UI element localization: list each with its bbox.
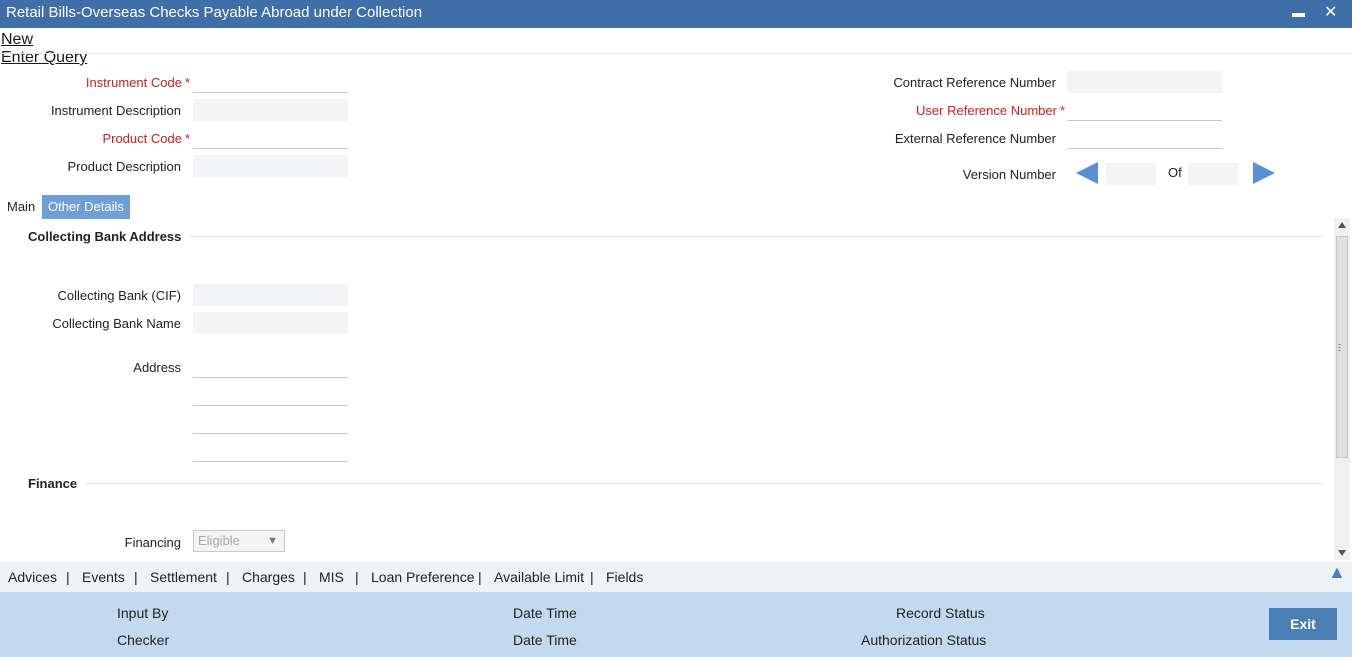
scroll-up-icon[interactable] bbox=[1338, 222, 1346, 228]
checker-date-time-label: Date Time bbox=[513, 632, 577, 648]
product-code-label: Product Code * bbox=[102, 131, 190, 146]
exit-button[interactable]: Exit bbox=[1269, 608, 1337, 640]
close-icon[interactable]: ✕ bbox=[1324, 0, 1337, 26]
instrument-code-label: Instrument Code * bbox=[85, 75, 190, 90]
collecting-bank-name-field bbox=[193, 312, 348, 334]
minimize-icon[interactable]: ▬ bbox=[1292, 0, 1305, 26]
section-divider bbox=[86, 483, 1323, 484]
address-label: Address bbox=[133, 360, 181, 375]
record-status-label: Record Status bbox=[896, 605, 985, 621]
section-divider bbox=[190, 236, 1323, 237]
link-separator: | bbox=[226, 569, 230, 585]
mis-link[interactable]: MIS bbox=[319, 569, 344, 585]
product-description-field bbox=[193, 155, 348, 177]
link-separator: | bbox=[303, 569, 307, 585]
chevron-down-icon: ▼ bbox=[267, 535, 278, 547]
instrument-description-label: Instrument Description bbox=[50, 103, 181, 118]
audit-footer: Input By Date Time Record Status Checker… bbox=[0, 592, 1352, 657]
address-line-4-input[interactable] bbox=[193, 440, 348, 462]
scroll-down-icon[interactable] bbox=[1338, 550, 1346, 556]
user-reference-label: User Reference Number * bbox=[916, 103, 1065, 118]
link-separator: | bbox=[134, 569, 138, 585]
of-label: Of bbox=[1168, 165, 1182, 180]
version-number-label: Version Number bbox=[962, 167, 1056, 182]
contract-reference-field bbox=[1067, 71, 1222, 93]
external-reference-label: External Reference Number bbox=[894, 131, 1056, 146]
contract-reference-label: Contract Reference Number bbox=[893, 75, 1056, 90]
new-link[interactable]: New bbox=[1, 31, 33, 49]
subsystem-link-bar: Advices | Events | Settlement | Charges … bbox=[0, 562, 1352, 592]
instrument-description-field bbox=[193, 99, 348, 121]
toolbar-divider bbox=[0, 53, 1352, 54]
collecting-bank-cif-label: Collecting Bank (CIF) bbox=[57, 288, 181, 303]
link-separator: | bbox=[66, 569, 70, 585]
product-code-input[interactable] bbox=[193, 127, 348, 149]
address-line-1-input[interactable] bbox=[193, 356, 348, 378]
grip-icon: --- bbox=[1338, 339, 1341, 355]
tab-main[interactable]: Main bbox=[1, 195, 42, 219]
address-line-2-input[interactable] bbox=[193, 384, 348, 406]
settlement-link[interactable]: Settlement bbox=[150, 569, 217, 585]
checker-label: Checker bbox=[117, 632, 170, 648]
instrument-code-input[interactable] bbox=[193, 71, 348, 93]
window-title: Retail Bills-Overseas Checks Payable Abr… bbox=[6, 4, 423, 21]
collecting-bank-name-label: Collecting Bank Name bbox=[52, 316, 181, 331]
user-reference-input[interactable] bbox=[1067, 99, 1222, 121]
link-separator: | bbox=[355, 569, 359, 585]
fields-link[interactable]: Fields bbox=[606, 569, 643, 585]
product-description-label: Product Description bbox=[67, 159, 181, 174]
collecting-bank-section-title: Collecting Bank Address bbox=[28, 229, 182, 244]
advices-link[interactable]: Advices bbox=[8, 569, 57, 585]
financing-label: Financing bbox=[124, 535, 181, 550]
collecting-bank-cif-field bbox=[193, 284, 348, 306]
next-version-arrow-icon[interactable] bbox=[1253, 162, 1275, 184]
input-by-label: Input By bbox=[117, 605, 169, 621]
vertical-scrollbar[interactable]: --- bbox=[1334, 218, 1350, 560]
events-link[interactable]: Events bbox=[82, 569, 125, 585]
link-separator: | bbox=[478, 569, 482, 585]
address-line-3-input[interactable] bbox=[193, 412, 348, 434]
previous-version-arrow-icon[interactable] bbox=[1076, 162, 1098, 184]
total-versions-field bbox=[1188, 163, 1238, 185]
window-titlebar: Retail Bills-Overseas Checks Payable Abr… bbox=[0, 0, 1352, 28]
finance-section-title: Finance bbox=[28, 476, 78, 491]
enter-query-link[interactable]: Enter Query bbox=[1, 49, 87, 67]
link-separator: | bbox=[590, 569, 594, 585]
financing-select[interactable]: Eligible ▼ bbox=[193, 530, 285, 552]
external-reference-input[interactable] bbox=[1067, 127, 1222, 149]
date-time-label: Date Time bbox=[513, 605, 577, 621]
authorization-status-label: Authorization Status bbox=[861, 632, 987, 648]
available-limit-link[interactable]: Available Limit bbox=[494, 569, 584, 585]
tab-other-details[interactable]: Other Details bbox=[42, 195, 130, 219]
financing-select-value: Eligible bbox=[198, 533, 240, 548]
toolbar: New Enter Query bbox=[0, 28, 1352, 68]
chevron-up-icon[interactable]: ▲ bbox=[1328, 562, 1346, 583]
charges-link[interactable]: Charges bbox=[242, 569, 295, 585]
loan-preference-link[interactable]: Loan Preference bbox=[371, 569, 475, 585]
version-number-field bbox=[1106, 163, 1156, 185]
